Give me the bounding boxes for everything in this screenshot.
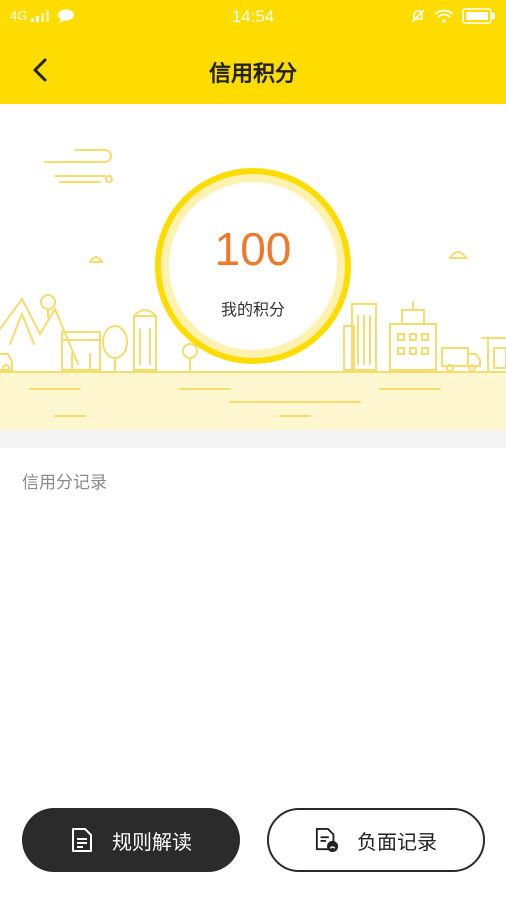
section-divider [0,430,506,448]
status-right [410,8,496,24]
negative-record-icon [315,826,339,854]
rules-button[interactable]: 规则解读 [22,808,240,872]
score-hero: 100 我的积分 [0,104,506,430]
page-title: 信用积分 [208,62,297,87]
wifi-icon [434,9,454,23]
records-section-title: 信用分记录 [22,473,107,493]
negative-records-button-label: 负面记录 [357,829,437,854]
battery-icon [462,8,495,24]
negative-records-button[interactable]: 负面记录 [267,808,485,872]
nav-bar: 信用积分 [0,36,506,104]
credit-score-value: 100 [214,223,292,275]
mute-icon [411,9,425,23]
rules-button-label: 规则解读 [112,829,192,854]
credit-score-label: 我的积分 [220,300,285,319]
status-bar: 4G 14:54 [0,0,506,36]
document-icon [70,826,94,854]
